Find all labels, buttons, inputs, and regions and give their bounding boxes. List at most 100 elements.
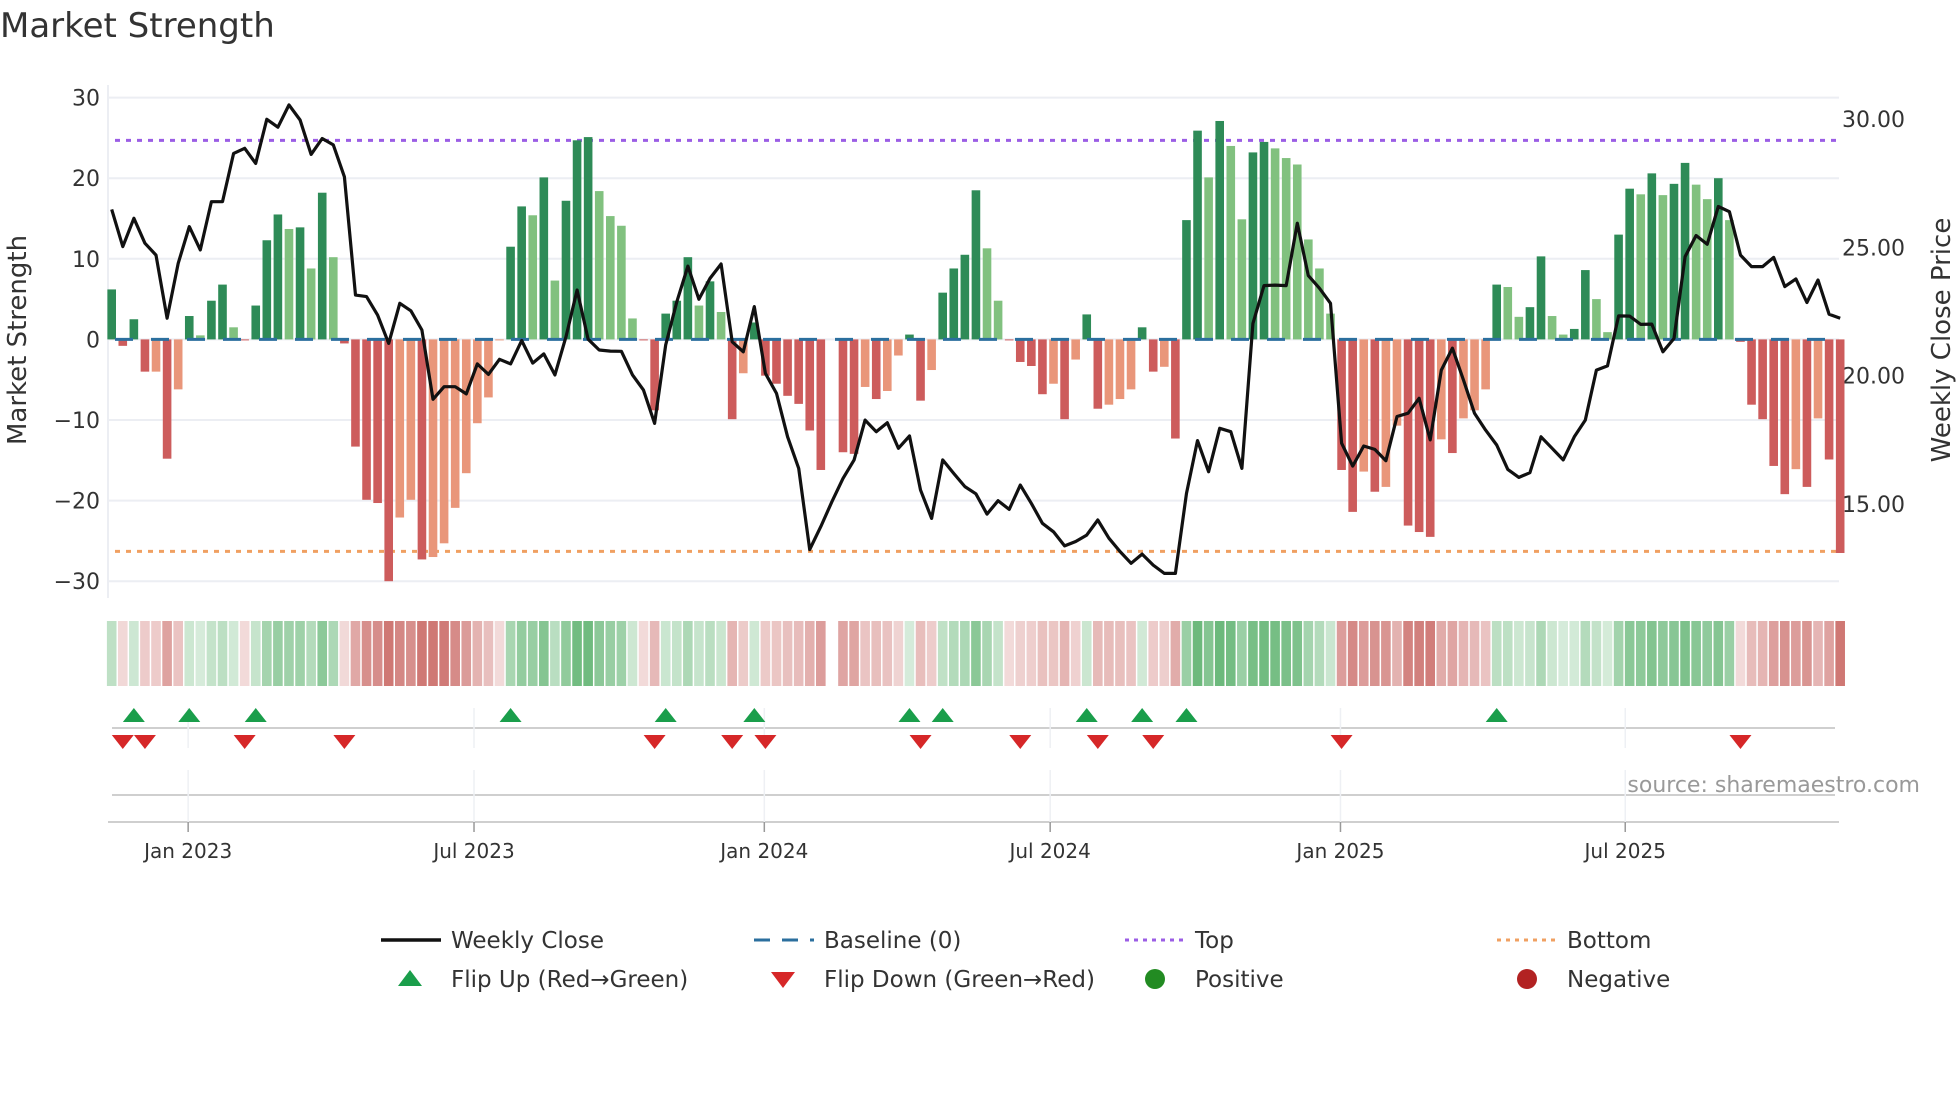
strength-bar: [1481, 339, 1490, 390]
y2-tick-label: 15.00: [1842, 493, 1905, 518]
strength-bar: [240, 339, 249, 341]
heatmap-cell: [804, 621, 815, 686]
strength-bar: [406, 339, 416, 500]
heatmap-cell: [328, 621, 339, 686]
heatmap-cell: [461, 621, 472, 686]
heatmap-cell: [1802, 621, 1812, 686]
strength-bar: [329, 257, 338, 340]
heatmap-cell: [871, 621, 882, 686]
heatmap-cell: [882, 621, 893, 686]
heatmap-cell: [129, 621, 139, 686]
strength-bar: [1802, 339, 1812, 487]
strength-bar: [439, 339, 449, 544]
heatmap-cell: [1181, 621, 1192, 686]
heatmap-cell: [516, 621, 527, 686]
heatmap-cell: [1203, 621, 1214, 686]
strength-bar: [938, 292, 947, 340]
strength-bar: [273, 214, 283, 340]
strength-bar: [1747, 339, 1756, 405]
flip-down-marker: [721, 735, 744, 749]
strength-bar: [1514, 316, 1524, 340]
legend-label: Negative: [1567, 967, 1670, 993]
x-tick-label: Jan 2023: [142, 839, 232, 863]
strength-bar: [1492, 284, 1501, 340]
strength-bar: [1071, 339, 1080, 360]
heatmap-cell: [372, 621, 383, 686]
heatmap-cell: [993, 621, 1003, 686]
strength-bar: [606, 216, 615, 340]
legend-item-positive: Positive: [1145, 967, 1284, 993]
heatmap-cell: [383, 621, 394, 686]
legend-label: Top: [1194, 928, 1234, 954]
heatmap-cell: [1159, 621, 1170, 686]
heatmap-cell: [649, 621, 660, 686]
y2-tick-label: 30.00: [1842, 108, 1905, 133]
heatmap-cell: [1502, 621, 1513, 686]
strength-bar: [473, 339, 482, 424]
heatmap-cell: [926, 621, 937, 686]
heatmap-cell: [262, 621, 272, 686]
heatmap-cell: [982, 621, 992, 686]
heatmap-cell: [439, 621, 449, 686]
heatmap-cell: [594, 621, 605, 686]
heatmap-cell: [1580, 621, 1591, 686]
heatmap-cell: [1192, 621, 1203, 686]
heatmap-cell: [1691, 621, 1701, 686]
heatmap-cell: [749, 621, 760, 686]
heatmap-cell: [1658, 621, 1668, 686]
legend-label: Bottom: [1567, 928, 1651, 954]
strength-bar: [1281, 158, 1291, 340]
heatmap-cell: [1469, 621, 1480, 686]
strength-bar: [251, 305, 261, 340]
heatmap-cell: [106, 621, 117, 686]
strength-bar: [1292, 164, 1302, 340]
strength-bar: [1658, 195, 1668, 340]
strength-bar: [727, 339, 737, 420]
strength-bar: [351, 339, 360, 447]
strength-bar: [1769, 339, 1778, 466]
legend-circle-icon: [1517, 969, 1537, 989]
heatmap-cell: [1436, 621, 1447, 686]
strength-bar: [1348, 339, 1357, 512]
strength-bar: [971, 190, 981, 340]
strength-bar: [306, 268, 316, 340]
flip-down-marker: [1729, 735, 1752, 749]
heatmap-cell: [1004, 621, 1014, 686]
strength-bar: [207, 300, 216, 340]
flip-down-marker: [1009, 735, 1032, 749]
heatmap-cell: [428, 621, 438, 686]
x-tick-label: Jul 2023: [431, 839, 514, 863]
strength-bar: [1702, 199, 1712, 340]
strength-bar: [1148, 339, 1158, 372]
heatmap-cell: [1104, 621, 1114, 686]
legend-up-triangle-icon: [398, 970, 422, 986]
heatmap-cell: [494, 621, 505, 686]
heatmap-cell: [450, 621, 460, 686]
legend-label: Flip Down (Green→Red): [824, 967, 1095, 993]
strength-bar: [1215, 120, 1224, 340]
heatmap-cell: [1126, 621, 1136, 686]
strength-bar: [794, 339, 803, 404]
strength-bar: [1780, 339, 1790, 495]
strength-bar: [639, 339, 648, 341]
heatmap-cell: [1713, 621, 1724, 686]
strength-bar: [384, 339, 393, 582]
strength-bar: [916, 339, 925, 401]
legend-label: Flip Up (Red→Green): [451, 967, 688, 993]
heatmap-cell: [284, 621, 294, 686]
heatmap-cell: [206, 621, 217, 686]
heatmap-cell: [960, 621, 970, 686]
strength-bar: [450, 339, 460, 508]
heatmap-cell: [1248, 621, 1258, 686]
heatmap-cell: [572, 621, 582, 686]
strength-bar: [506, 246, 515, 340]
source-note: source: sharemaestro.com: [1627, 773, 1920, 798]
strength-bar: [1137, 327, 1147, 340]
strength-bar: [1104, 339, 1114, 405]
strength-bar: [860, 339, 870, 387]
heatmap-cell: [1026, 621, 1037, 686]
flip-down-marker: [643, 735, 666, 749]
strength-bar: [1315, 268, 1324, 340]
y2-tick-label: 20.00: [1842, 365, 1905, 390]
heatmap-cell: [860, 621, 870, 686]
